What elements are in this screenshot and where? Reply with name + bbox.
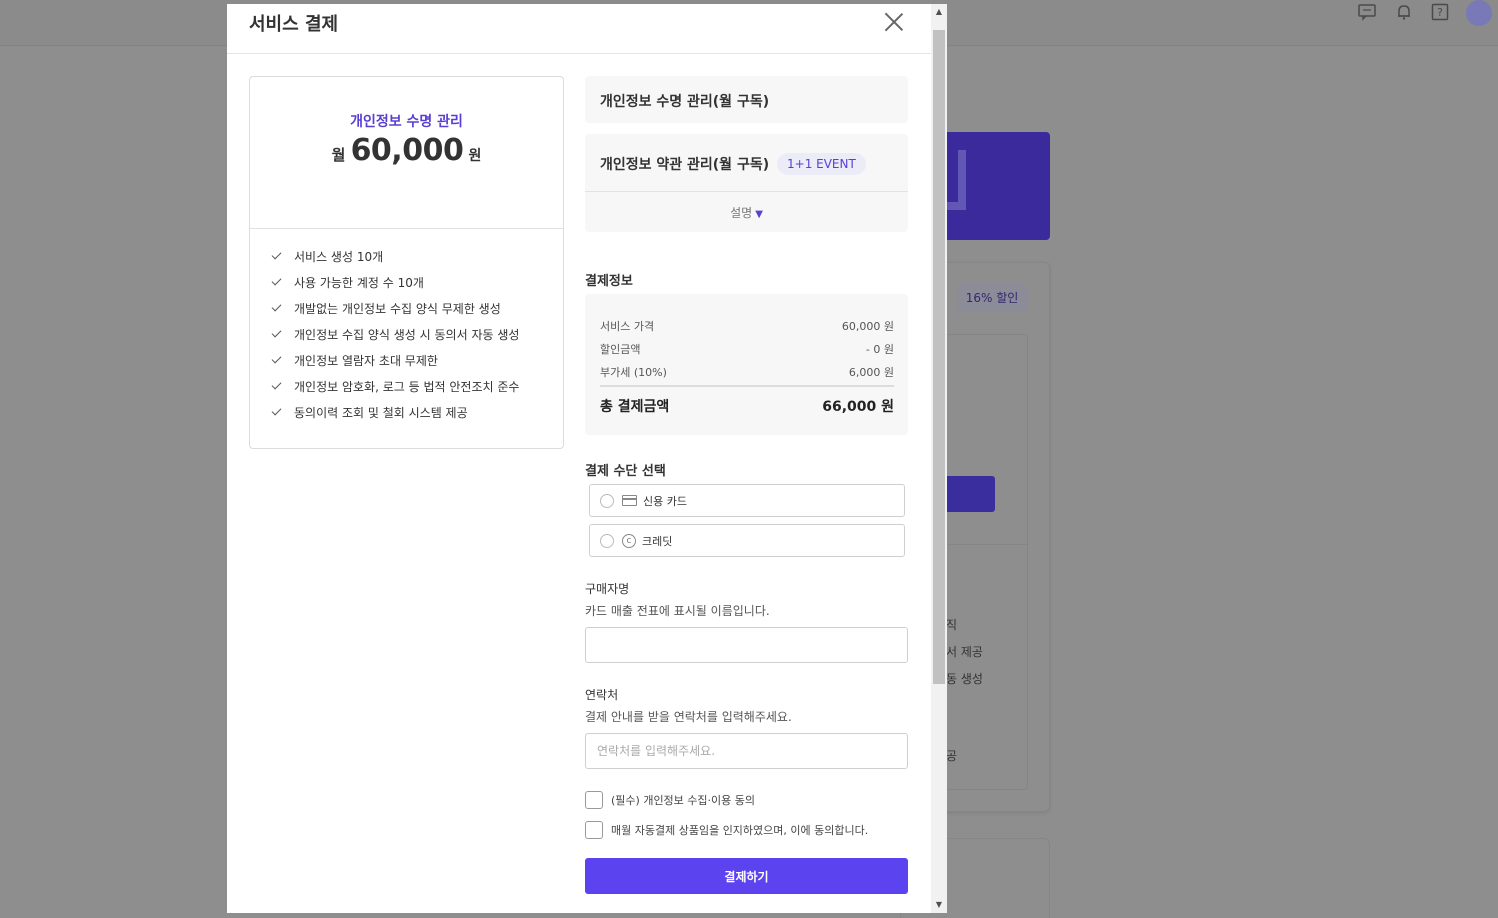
check-icon	[270, 405, 284, 419]
buyer-label: 구매자명	[585, 582, 630, 596]
feature-item: 서비스 생성 10개	[270, 243, 519, 269]
scroll-up-icon[interactable]: ▲	[931, 4, 947, 20]
price-prefix: 월	[331, 146, 346, 164]
feature-text: 개인정보 암호화, 로그 등 법적 안전조치 준수	[294, 379, 520, 394]
product-divider	[585, 191, 908, 192]
pay-row-vat: 부가세 (10%) 6,000 원	[600, 364, 894, 380]
total-value: 66,000 원	[822, 399, 894, 415]
scroll-thumb[interactable]	[933, 30, 945, 684]
pay-row-value: 60,000 원	[841, 320, 894, 333]
product-title: 개인정보 약관 관리(월 구독)	[600, 157, 770, 173]
background-text: 서 제공	[946, 645, 983, 659]
agreement-privacy[interactable]: (필수) 개인정보 수집·이용 동의	[585, 791, 755, 809]
triangle-down-icon: ▼	[755, 209, 763, 220]
scroll-down-icon[interactable]: ▼	[931, 897, 947, 913]
radio-button[interactable]	[600, 493, 614, 508]
svg-text:?: ?	[1437, 6, 1443, 19]
pay-row-label: 할인금액	[600, 343, 641, 356]
agreement-autopay[interactable]: 매월 자동결제 상품임을 인지하였으며, 이에 동의합니다.	[585, 821, 868, 839]
pay-row-value: - 0 원	[865, 343, 894, 356]
payment-info-label: 결제정보	[585, 274, 633, 289]
price-unit: 원	[468, 148, 482, 164]
pay-total: 총 결제금액 66,000 원	[600, 396, 894, 416]
feature-item: 동의이력 조회 및 철회 시스템 제공	[270, 399, 519, 425]
payment-modal: 서비스 결제 개인정보 수명 관리 월 60,000 원 서비스 생성 10개 …	[227, 4, 947, 913]
feature-text: 동의이력 조회 및 철회 시스템 제공	[294, 405, 468, 420]
description-label: 설명	[730, 206, 753, 220]
payment-method-label: 결제 수단 선택	[585, 464, 666, 479]
plan-divider	[250, 228, 563, 229]
credit-card-icon	[622, 495, 637, 506]
buyer-help: 카드 매출 전표에 표시될 이름입니다.	[585, 604, 770, 618]
feature-item: 개인정보 수집 양식 생성 시 동의서 자동 생성	[270, 321, 519, 347]
total-label: 총 결제금액	[600, 399, 670, 415]
event-badge: 1+1 EVENT	[777, 153, 866, 175]
feature-text: 서비스 생성 10개	[294, 249, 384, 264]
product-item-terms[interactable]: 개인정보 약관 관리(월 구독) 1+1 EVENT 설명 ▼	[585, 134, 908, 232]
plan-name: 개인정보 수명 관리	[350, 114, 463, 130]
check-icon	[270, 249, 284, 263]
chat-icon[interactable]	[1358, 3, 1376, 21]
plan-price: 월 60,000 원	[250, 133, 563, 168]
price-amount: 60,000	[350, 133, 464, 168]
scrollbar[interactable]: ▲ ▼	[931, 4, 947, 913]
feature-item: 개인정보 열람자 초대 무제한	[270, 347, 519, 373]
check-icon	[270, 301, 284, 315]
background-text: 직	[946, 618, 958, 632]
bell-icon[interactable]	[1395, 3, 1413, 21]
feature-item: 개발없는 개인정보 수집 양식 무제한 생성	[270, 295, 519, 321]
pay-row-label: 부가세 (10%)	[600, 366, 667, 379]
check-icon	[270, 379, 284, 393]
feature-text: 개인정보 수집 양식 생성 시 동의서 자동 생성	[294, 327, 520, 342]
feature-item: 개인정보 암호화, 로그 등 법적 안전조치 준수	[270, 373, 519, 399]
contact-help: 결제 안내를 받을 연락처를 입력해주세요.	[585, 710, 792, 724]
plan-card: 개인정보 수명 관리 월 60,000 원 서비스 생성 10개 사용 가능한 …	[249, 76, 564, 449]
pay-button[interactable]: 결제하기	[585, 858, 908, 894]
feature-text: 개발없는 개인정보 수집 양식 무제한 생성	[294, 301, 501, 316]
background-text: 동 생성	[946, 672, 983, 686]
payment-option-card[interactable]: 신용 카드	[589, 484, 905, 517]
agreement-text: (필수) 개인정보 수집·이용 동의	[611, 794, 756, 807]
checkbox[interactable]	[585, 791, 603, 809]
pay-row-discount: 할인금액 - 0 원	[600, 341, 894, 357]
contact-label: 연락처	[585, 688, 619, 702]
modal-header: 서비스 결제	[227, 4, 931, 54]
pay-row-value: 6,000 원	[848, 366, 894, 379]
feature-list: 서비스 생성 10개 사용 가능한 계정 수 10개 개발없는 개인정보 수집 …	[270, 243, 519, 425]
payment-option-label: 신용 카드	[643, 494, 687, 508]
feature-text: 사용 가능한 계정 수 10개	[294, 275, 424, 290]
pay-row-price: 서비스 가격 60,000 원	[600, 318, 894, 334]
check-icon	[270, 275, 284, 289]
background-text: 공	[946, 749, 958, 763]
feature-text: 개인정보 열람자 초대 무제한	[294, 353, 438, 368]
checkbox[interactable]	[585, 821, 603, 839]
avatar[interactable]	[1466, 0, 1492, 26]
check-icon	[270, 353, 284, 367]
background-discount-badge: 16% 할인	[957, 284, 1027, 312]
close-icon[interactable]	[883, 11, 905, 33]
modal-title: 서비스 결제	[249, 14, 339, 35]
pay-row-label: 서비스 가격	[600, 320, 655, 333]
check-icon	[270, 327, 284, 341]
buyer-name-input[interactable]	[585, 627, 908, 663]
payment-option-credit[interactable]: c 크레딧	[589, 524, 905, 557]
feature-item: 사용 가능한 계정 수 10개	[270, 269, 519, 295]
payment-option-label: 크레딧	[642, 534, 673, 548]
radio-button[interactable]	[600, 533, 614, 548]
pay-divider	[600, 385, 894, 387]
contact-input[interactable]	[585, 733, 908, 769]
help-icon[interactable]: ?	[1431, 3, 1449, 21]
credit-coin-icon: c	[622, 533, 636, 548]
agreement-text: 매월 자동결제 상품임을 인지하였으며, 이에 동의합니다.	[611, 824, 869, 837]
description-toggle[interactable]: 설명 ▼	[585, 204, 908, 221]
payment-info-box: 서비스 가격 60,000 원 할인금액 - 0 원 부가세 (10%) 6,0…	[585, 294, 908, 435]
product-item-lifecycle[interactable]: 개인정보 수명 관리(월 구독)	[585, 76, 908, 123]
product-title: 개인정보 수명 관리(월 구독)	[600, 94, 770, 110]
